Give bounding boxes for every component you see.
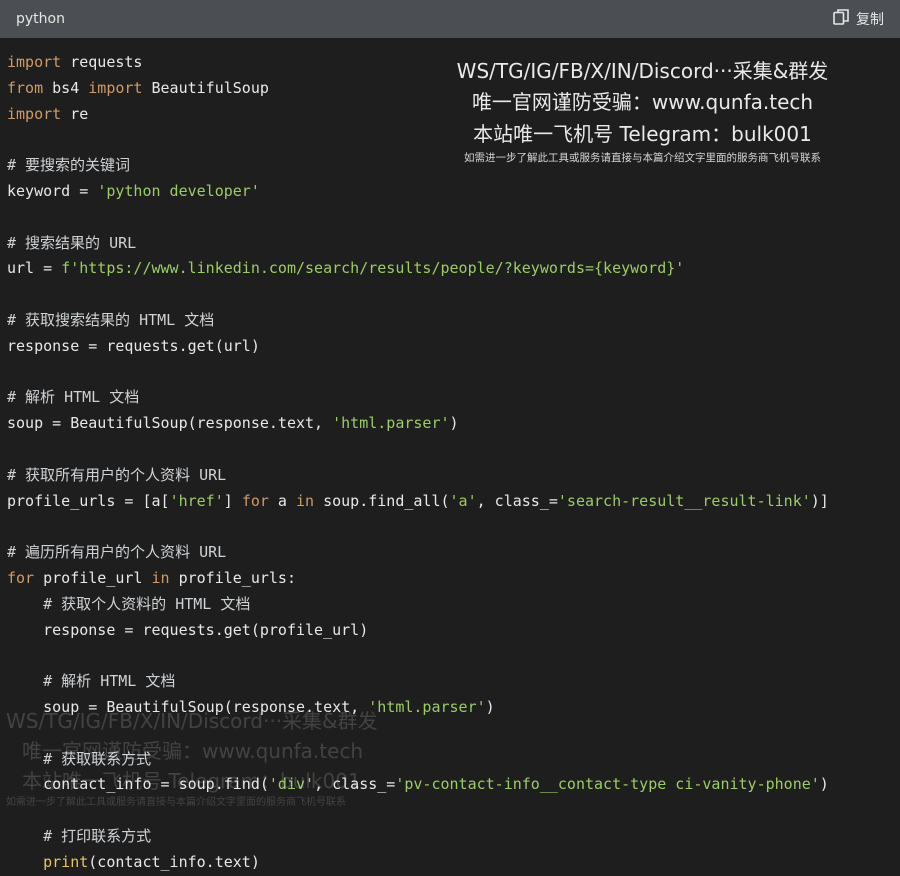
code-token: for (7, 568, 35, 587)
code-token: requests (61, 53, 143, 71)
code-line: soup = BeautifulSoup(response.text, 'htm… (7, 411, 900, 437)
code-line: print(contact_info.text) (7, 850, 900, 876)
copy-button[interactable]: 复制 (832, 8, 884, 30)
code-text[interactable]: import requests from bs4 import Beautiful… (0, 38, 900, 876)
code-token: soup.find_all( (314, 491, 450, 510)
code-token: 'python developer' (97, 181, 260, 200)
code-token: from (7, 78, 44, 97)
code-token: # 打印联系方式 (43, 826, 152, 845)
copy-button-label: 复制 (856, 12, 884, 28)
code-token: in (151, 568, 170, 587)
code-token: ] (223, 491, 242, 510)
code-token: bs4 (43, 78, 89, 97)
code-token: 'html.parser' (368, 697, 486, 716)
code-token: # 遍历所有用户的个人资料 URL (7, 543, 227, 562)
code-token: f'https://www.linkedin.com/search/result… (61, 259, 685, 278)
code-line: contact_info = soup.find('div', class_='… (7, 772, 900, 798)
code-line: import re (7, 102, 900, 128)
code-token: profile_urls: (169, 568, 296, 587)
code-block-header: python 复制 (0, 0, 900, 38)
code-language-label: python (16, 11, 65, 27)
code-token: 'search-result__result-link' (557, 491, 811, 510)
code-line: # 要搜索的关键词 (7, 153, 900, 179)
code-line: soup = BeautifulSoup(response.text, 'htm… (7, 695, 900, 721)
code-token: 'div' (268, 775, 315, 794)
code-token: BeautifulSoup (142, 78, 269, 97)
code-token: # 获取个人资料的 HTML 文档 (43, 594, 251, 613)
code-token: # 获取搜索结果的 HTML 文档 (7, 310, 215, 329)
code-token: soup = BeautifulSoup(response.text, (7, 697, 369, 716)
code-line: profile_urls = [a['href'] for a in soup.… (7, 489, 900, 515)
code-token: response = requests.get(url) (7, 336, 260, 355)
code-token: (contact_info.text) (88, 852, 260, 871)
code-token: # 解析 HTML 文档 (43, 672, 176, 691)
code-token: , class_= (476, 491, 558, 510)
code-line: keyword = 'python developer' (7, 179, 900, 205)
code-token: # 搜索结果的 URL (7, 233, 137, 252)
code-token: print (43, 852, 89, 871)
code-token: # 获取所有用户的个人资料 URL (7, 465, 227, 484)
code-token: ) (449, 414, 459, 433)
code-block[interactable]: import requests from bs4 import Beautiful… (0, 38, 900, 871)
code-line: # 遍历所有用户的个人资料 URL (7, 540, 900, 566)
code-line: # 解析 HTML 文档 (7, 669, 900, 695)
code-token: 'a' (449, 491, 477, 510)
code-token: )] (810, 491, 829, 510)
code-token: 'pv-contact-info__contact-type ci-vanity… (395, 775, 820, 794)
code-line: # 解析 HTML 文档 (7, 385, 900, 411)
code-line: import requests (7, 50, 900, 76)
code-line: for profile_url in profile_urls: (7, 566, 900, 592)
code-line: response = requests.get(profile_url) (7, 618, 900, 644)
code-token: ) (485, 697, 495, 716)
code-token: re (61, 104, 89, 123)
code-token: profile_url (34, 568, 152, 587)
code-token: # 要搜索的关键词 (7, 156, 131, 175)
code-line: response = requests.get(url) (7, 334, 900, 360)
code-token: # 解析 HTML 文档 (7, 388, 140, 407)
code-token: 'html.parser' (332, 414, 450, 433)
code-token: import (7, 104, 62, 123)
code-line: # 获取联系方式 (7, 747, 900, 773)
copy-icon (832, 8, 850, 30)
code-token: soup = BeautifulSoup(response.text, (7, 414, 333, 433)
code-line: # 获取所有用户的个人资料 URL (7, 463, 900, 489)
code-line: # 打印联系方式 (7, 824, 900, 850)
code-token: import (88, 78, 143, 97)
code-token: , class_= (314, 775, 396, 794)
code-line: # 获取个人资料的 HTML 文档 (7, 592, 900, 618)
code-line: url = f'https://www.linkedin.com/search/… (7, 256, 900, 282)
code-line: from bs4 import BeautifulSoup (7, 76, 900, 102)
code-token: response = requests.get(profile_url) (7, 620, 369, 639)
code-line: # 获取搜索结果的 HTML 文档 (7, 308, 900, 334)
code-token: profile_urls = [a[ (7, 491, 170, 510)
code-token: ) (819, 775, 829, 794)
code-token: import (7, 53, 62, 71)
code-token: a (268, 491, 296, 510)
code-token: keyword = (7, 181, 98, 200)
code-token: url = (7, 259, 62, 278)
code-token: contact_info = soup.find( (7, 775, 269, 794)
code-token: in (296, 491, 315, 510)
code-token: for (241, 491, 269, 510)
code-token: 'href' (169, 491, 224, 510)
code-token: # 获取联系方式 (43, 749, 152, 768)
code-line: # 搜索结果的 URL (7, 231, 900, 257)
